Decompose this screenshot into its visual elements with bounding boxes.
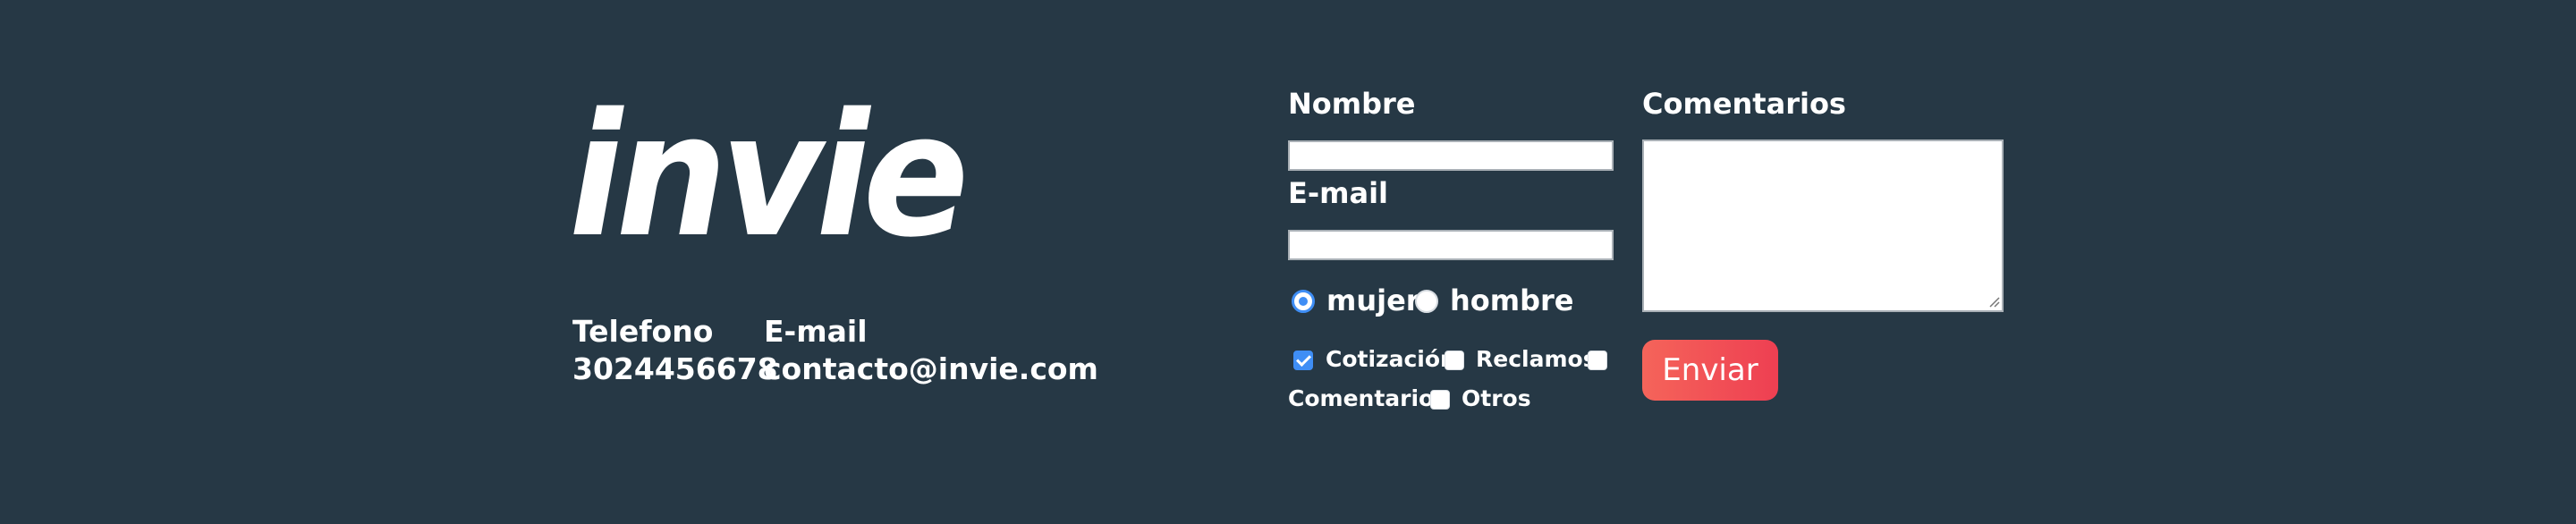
checkbox-reclamos[interactable] (1445, 351, 1464, 370)
radio-mujer[interactable] (1292, 290, 1315, 313)
checkbox-otros-label: Otros (1462, 385, 1531, 411)
checkbox-comentarios-label: Comentarios (1288, 385, 1448, 411)
name-label: Nombre (1288, 87, 1416, 121)
phone-value: 3024456678 (572, 351, 778, 386)
form-email-label: E-mail (1288, 176, 1389, 210)
radio-hombre[interactable] (1415, 290, 1438, 313)
invie-logo: invie (564, 100, 975, 252)
radio-hombre-label: hombre (1450, 283, 1574, 317)
svg-text:invie: invie (569, 100, 963, 252)
checkbox-cotizacion[interactable] (1293, 351, 1313, 370)
checkbox-comentarios[interactable] (1588, 351, 1607, 370)
radio-mujer-label: mujer (1326, 283, 1420, 317)
contact-phone: Telefono 3024456678 (572, 313, 778, 388)
comments-textarea[interactable] (1642, 139, 2004, 312)
email-value: contacto@invie.com (764, 351, 1098, 386)
checkbox-otros[interactable] (1430, 390, 1450, 410)
submit-button[interactable]: Enviar (1642, 340, 1778, 401)
phone-label: Telefono (572, 314, 714, 349)
contact-email: E-mail contacto@invie.com (764, 313, 1098, 388)
email-input[interactable] (1288, 230, 1614, 260)
checkbox-reclamos-label: Reclamos (1476, 346, 1597, 372)
email-label: E-mail (764, 314, 868, 349)
name-input[interactable] (1288, 140, 1614, 171)
checkbox-cotizacion-label: Cotización (1326, 346, 1456, 372)
footer-contact-section: invie Telefono 3024456678 E-mail contact… (0, 0, 2576, 524)
resize-grip-icon[interactable] (1987, 295, 2000, 308)
comments-label: Comentarios (1642, 87, 1846, 121)
